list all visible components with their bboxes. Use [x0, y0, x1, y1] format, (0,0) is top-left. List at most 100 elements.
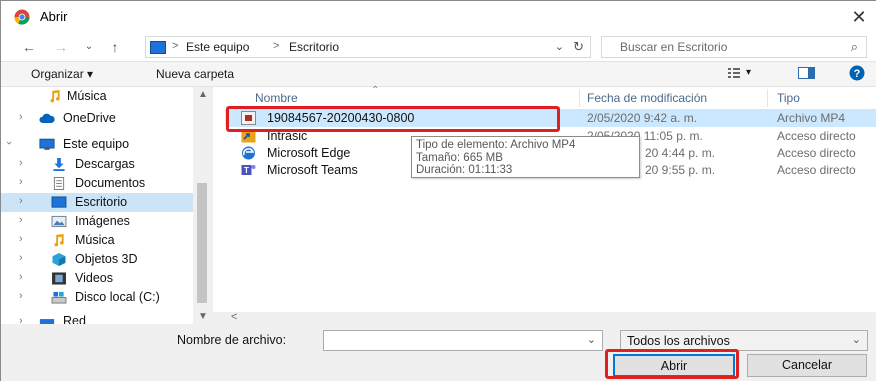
- organize-button[interactable]: Organizar ▾: [31, 67, 93, 81]
- file-info-tooltip: Tipo de elemento: Archivo MP4 Tamaño: 66…: [411, 136, 640, 178]
- column-divider[interactable]: [767, 89, 768, 107]
- scroll-left-icon[interactable]: <: [231, 311, 237, 323]
- edge-icon: [242, 146, 255, 160]
- nav-item-label: Descargas: [75, 157, 135, 171]
- chevron-right-icon: ›: [19, 233, 23, 245]
- chevron-right-icon: ›: [19, 195, 23, 207]
- filter-value: Todos los archivos: [627, 334, 730, 348]
- file-date: 20 4:44 p. m.: [645, 146, 716, 160]
- music-note-icon: [54, 234, 64, 247]
- nav-item-label: Disco local (C:): [75, 290, 160, 304]
- column-header-date[interactable]: Fecha de modificación: [587, 87, 707, 109]
- search-icon: ⌕: [850, 39, 858, 54]
- refresh-icon[interactable]: ↻: [573, 39, 584, 55]
- filename-label: Nombre de archivo:: [177, 333, 287, 347]
- nav-item-label: Objetos 3D: [75, 252, 138, 266]
- selected-file-highlight: [226, 106, 560, 132]
- scroll-up-icon[interactable]: ▲: [198, 89, 208, 100]
- nav-item-label: Música: [67, 89, 107, 103]
- nav-item-label: Escritorio: [75, 195, 128, 209]
- nav-item-label: Videos: [75, 271, 113, 285]
- nav-item-red[interactable]: › Red: [1, 313, 193, 324]
- address-bar[interactable]: > Este equipo > Escritorio ⌄ ↻: [145, 36, 591, 58]
- filter-dropdown-icon[interactable]: ⌄: [852, 333, 861, 346]
- nav-item-onedrive[interactable]: › OneDrive: [1, 109, 193, 128]
- filename-input[interactable]: ⌄: [323, 330, 603, 351]
- window-title: Abrir: [40, 9, 68, 24]
- view-dropdown-icon[interactable]: ▾: [746, 67, 751, 78]
- nav-item-imagenes[interactable]: › Imágenes: [1, 212, 193, 231]
- network-icon: [39, 319, 55, 324]
- new-folder-button[interactable]: Nueva carpeta: [156, 67, 234, 81]
- nav-item-label: Imágenes: [75, 214, 130, 228]
- nav-item-escritorio[interactable]: › Escritorio: [1, 193, 193, 212]
- search-placeholder: Buscar en Escritorio: [620, 40, 728, 54]
- close-button[interactable]: ✕: [841, 1, 876, 33]
- breadcrumb-separator: >: [172, 40, 179, 52]
- view-options-icon[interactable]: [728, 66, 740, 80]
- dialog-footer: Nombre de archivo: ⌄ Todos los archivos …: [1, 324, 876, 381]
- breadcrumb-separator: >: [273, 40, 280, 52]
- nav-item-documentos[interactable]: › Documentos: [1, 174, 193, 193]
- nav-item-videos[interactable]: › Videos: [1, 269, 193, 288]
- file-type: Acceso directo: [777, 163, 856, 177]
- nav-item-descargas[interactable]: › Descargas: [1, 155, 193, 174]
- file-type: Archivo MP4: [777, 111, 846, 125]
- nav-item-disco-local[interactable]: › Disco local (C:): [1, 288, 193, 307]
- filename-dropdown-icon[interactable]: ⌄: [587, 333, 596, 346]
- column-header-type[interactable]: Tipo: [777, 87, 800, 109]
- chevron-right-icon: ›: [19, 111, 23, 123]
- chevron-right-icon: ›: [19, 157, 23, 169]
- scroll-down-icon[interactable]: ▼: [198, 311, 208, 322]
- preview-pane-icon[interactable]: [798, 66, 815, 80]
- up-arrow-icon[interactable]: ↑: [105, 38, 125, 56]
- breadcrumb-escritorio[interactable]: Escritorio: [289, 40, 339, 54]
- help-icon[interactable]: ?: [849, 65, 865, 81]
- nav-pane-scrollbar[interactable]: ▲ ▼: [193, 87, 211, 324]
- film-icon: [52, 272, 66, 285]
- tooltip-size: Tamaño: 665 MB: [416, 151, 503, 164]
- chrome-icon: [14, 9, 30, 25]
- nav-item-objetos-3d[interactable]: › Objetos 3D: [1, 250, 193, 269]
- tooltip-type: Tipo de elemento: Archivo MP4: [416, 139, 576, 151]
- cancel-button[interactable]: Cancelar: [747, 354, 867, 377]
- open-file-dialog: Abrir ✕ ← → ⌄ ↑ > Este equipo > Escritor…: [0, 0, 876, 381]
- title-bar: Abrir ✕: [1, 1, 876, 33]
- nav-item-label: Red: [63, 314, 86, 324]
- breadcrumb-este-equipo[interactable]: Este equipo: [186, 40, 249, 54]
- nav-item-label: Documentos: [75, 176, 146, 190]
- search-box[interactable]: Buscar en Escritorio ⌕: [601, 36, 867, 58]
- chevron-right-icon: ›: [19, 290, 23, 302]
- nav-item-musica[interactable]: › Música: [1, 231, 193, 250]
- svg-text:T: T: [244, 166, 249, 175]
- nav-item-musica-quick[interactable]: Música: [1, 87, 193, 106]
- forward-arrow-icon[interactable]: →: [51, 38, 71, 56]
- cube-3d-icon: [52, 253, 66, 266]
- teams-icon: T: [241, 165, 256, 175]
- file-type-filter[interactable]: Todos los archivos ⌄: [620, 330, 868, 351]
- scrollbar-thumb[interactable]: [197, 183, 207, 303]
- drive-icon: [51, 291, 67, 304]
- file-list-horizontal-scrollbar[interactable]: <: [213, 311, 876, 324]
- open-button-highlight: [605, 349, 739, 379]
- pictures-icon: [51, 215, 67, 228]
- chevron-right-icon: ›: [19, 315, 23, 324]
- file-date: 2/05/2020 9:42 a. m.: [587, 111, 698, 125]
- nav-item-label: OneDrive: [63, 111, 116, 125]
- file-name: Microsoft Edge: [267, 146, 351, 160]
- nav-item-este-equipo[interactable]: › Este equipo: [1, 135, 193, 154]
- column-divider[interactable]: [579, 89, 580, 107]
- file-type: Acceso directo: [777, 146, 856, 160]
- desktop-icon: [51, 196, 67, 208]
- svg-text:?: ?: [854, 68, 861, 80]
- download-arrow-icon: [53, 158, 65, 171]
- command-toolbar: Organizar ▾ Nueva carpeta ▾ ?: [1, 61, 876, 87]
- recent-locations-chevron-icon[interactable]: ⌄: [79, 38, 99, 56]
- nav-item-label: Este equipo: [63, 137, 130, 151]
- document-icon: [53, 177, 65, 190]
- back-arrow-icon[interactable]: ←: [19, 38, 39, 56]
- address-dropdown-icon[interactable]: ⌄: [555, 40, 564, 53]
- nav-item-label: Música: [75, 233, 115, 247]
- file-date: 20 9:55 p. m.: [645, 163, 716, 177]
- chevron-right-icon: ›: [19, 271, 23, 283]
